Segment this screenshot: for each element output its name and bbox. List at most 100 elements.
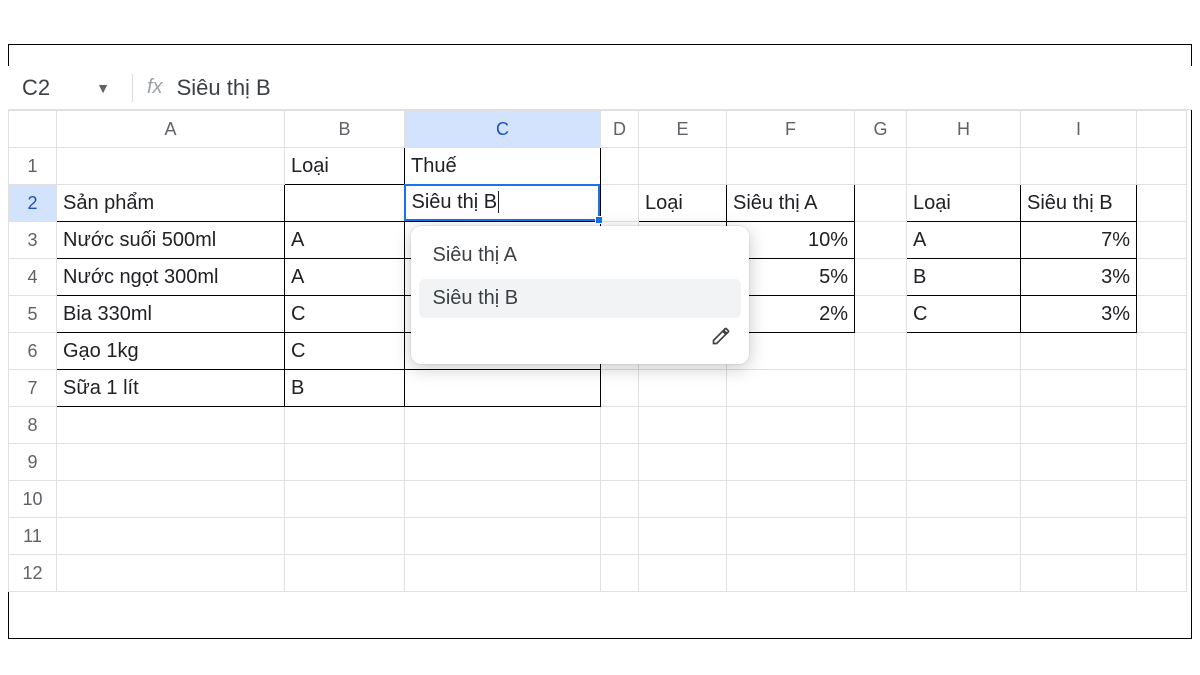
row-header-8[interactable]: 8: [9, 407, 57, 444]
pencil-icon[interactable]: [711, 326, 731, 352]
cell-F1[interactable]: [727, 148, 855, 185]
cell-next-4[interactable]: [1137, 259, 1187, 296]
cell-F11[interactable]: [727, 518, 855, 555]
cell-G12[interactable]: [855, 555, 907, 592]
cell-C9[interactable]: [405, 444, 601, 481]
cell-H1[interactable]: [907, 148, 1021, 185]
cell-A11[interactable]: [57, 518, 285, 555]
cell-E7[interactable]: [639, 370, 727, 407]
cell-G11[interactable]: [855, 518, 907, 555]
cell-G2[interactable]: [855, 185, 907, 222]
cell-next-5[interactable]: [1137, 296, 1187, 333]
col-header-A[interactable]: A: [57, 111, 285, 148]
cell-A7[interactable]: Sữa 1 lít: [57, 370, 285, 407]
cell-D11[interactable]: [601, 518, 639, 555]
cell-next-2[interactable]: [1137, 185, 1187, 222]
cell-H12[interactable]: [907, 555, 1021, 592]
cell-G5[interactable]: [855, 296, 907, 333]
cell-G4[interactable]: [855, 259, 907, 296]
cell-E10[interactable]: [639, 481, 727, 518]
cell-H2[interactable]: Loại: [907, 185, 1021, 222]
cell-B10[interactable]: [285, 481, 405, 518]
cell-H10[interactable]: [907, 481, 1021, 518]
cell-next-10[interactable]: [1137, 481, 1187, 518]
cell-C10[interactable]: [405, 481, 601, 518]
cell-G3[interactable]: [855, 222, 907, 259]
col-header-F[interactable]: F: [727, 111, 855, 148]
cell-next-8[interactable]: [1137, 407, 1187, 444]
cell-A10[interactable]: [57, 481, 285, 518]
cell-E9[interactable]: [639, 444, 727, 481]
cell-B12[interactable]: [285, 555, 405, 592]
cell-B11[interactable]: [285, 518, 405, 555]
cell-A8[interactable]: [57, 407, 285, 444]
row-header-9[interactable]: 9: [9, 444, 57, 481]
cell-F9[interactable]: [727, 444, 855, 481]
formula-input[interactable]: [175, 74, 1192, 102]
cell-next-11[interactable]: [1137, 518, 1187, 555]
cell-F8[interactable]: [727, 407, 855, 444]
row-header-4[interactable]: 4: [9, 259, 57, 296]
cell-E1[interactable]: [639, 148, 727, 185]
row-header-6[interactable]: 6: [9, 333, 57, 370]
cell-I5[interactable]: 3%: [1021, 296, 1137, 333]
cell-H8[interactable]: [907, 407, 1021, 444]
cell-A2[interactable]: Sản phẩm: [57, 185, 285, 222]
cell-C7[interactable]: [405, 370, 601, 407]
suggest-item-1[interactable]: Siêu thị B: [419, 279, 741, 318]
cell-D10[interactable]: [601, 481, 639, 518]
col-header-next[interactable]: [1137, 111, 1187, 148]
cell-I3[interactable]: 7%: [1021, 222, 1137, 259]
col-header-E[interactable]: E: [639, 111, 727, 148]
cell-E11[interactable]: [639, 518, 727, 555]
cell-F12[interactable]: [727, 555, 855, 592]
cell-I4[interactable]: 3%: [1021, 259, 1137, 296]
cell-B7[interactable]: B: [285, 370, 405, 407]
cell-G1[interactable]: [855, 148, 907, 185]
cell-G10[interactable]: [855, 481, 907, 518]
cell-next-12[interactable]: [1137, 555, 1187, 592]
cell-G7[interactable]: [855, 370, 907, 407]
col-header-G[interactable]: G: [855, 111, 907, 148]
row-header-7[interactable]: 7: [9, 370, 57, 407]
cell-A1[interactable]: [57, 148, 285, 185]
cell-I1[interactable]: [1021, 148, 1137, 185]
cell-B4[interactable]: A: [285, 259, 405, 296]
col-header-B[interactable]: B: [285, 111, 405, 148]
cell-C11[interactable]: [405, 518, 601, 555]
cell-next-9[interactable]: [1137, 444, 1187, 481]
cell-E8[interactable]: [639, 407, 727, 444]
cell-F2[interactable]: Siêu thị A: [727, 185, 855, 222]
cell-B1[interactable]: Loại: [285, 148, 405, 185]
cell-I6[interactable]: [1021, 333, 1137, 370]
cell-C8[interactable]: [405, 407, 601, 444]
cell-B5[interactable]: C: [285, 296, 405, 333]
row-header-12[interactable]: 12: [9, 555, 57, 592]
cell-next-3[interactable]: [1137, 222, 1187, 259]
cell-B9[interactable]: [285, 444, 405, 481]
col-header-C[interactable]: C: [405, 111, 601, 148]
cell-F10[interactable]: [727, 481, 855, 518]
select-all-corner[interactable]: [9, 111, 57, 148]
cell-A9[interactable]: [57, 444, 285, 481]
col-header-I[interactable]: I: [1021, 111, 1137, 148]
cell-E2[interactable]: Loại: [639, 185, 727, 222]
row-header-5[interactable]: 5: [9, 296, 57, 333]
cell-I9[interactable]: [1021, 444, 1137, 481]
row-header-1[interactable]: 1: [9, 148, 57, 185]
cell-B6[interactable]: C: [285, 333, 405, 370]
cell-C2[interactable]: [405, 185, 601, 222]
cell-A6[interactable]: Gạo 1kg: [57, 333, 285, 370]
cell-F7[interactable]: [727, 370, 855, 407]
cell-G8[interactable]: [855, 407, 907, 444]
cell-D2[interactable]: [601, 185, 639, 222]
cell-H4[interactable]: B: [907, 259, 1021, 296]
cell-A4[interactable]: Nước ngọt 300ml: [57, 259, 285, 296]
cell-D1[interactable]: [601, 148, 639, 185]
cell-D8[interactable]: [601, 407, 639, 444]
col-header-H[interactable]: H: [907, 111, 1021, 148]
cell-D7[interactable]: [601, 370, 639, 407]
cell-D12[interactable]: [601, 555, 639, 592]
col-header-D[interactable]: D: [601, 111, 639, 148]
cell-H3[interactable]: A: [907, 222, 1021, 259]
